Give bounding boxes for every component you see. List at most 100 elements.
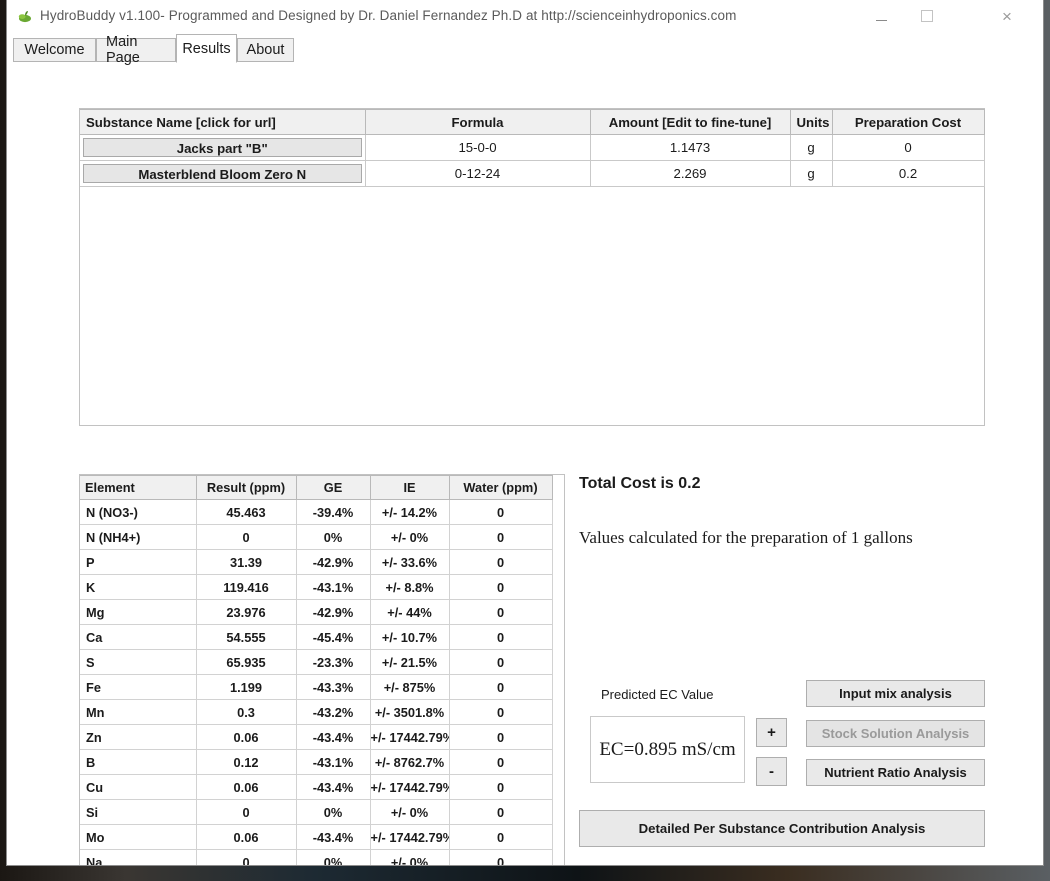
table-row: Masterblend Bloom Zero N 0-12-24 2.269 g… bbox=[80, 160, 985, 187]
table-row: N (NO3-) 45.463 -39.4% +/- 14.2% 0 bbox=[80, 499, 553, 525]
water-ppm-cell: 0 bbox=[449, 524, 553, 550]
table-row: S 65.935 -23.3% +/- 21.5% 0 bbox=[80, 649, 553, 675]
ec-decrease-button[interactable]: - bbox=[756, 757, 787, 786]
ie-cell: +/- 33.6% bbox=[370, 549, 450, 575]
result-ppm-cell: 54.555 bbox=[196, 624, 297, 650]
detailed-contribution-analysis-button[interactable]: Detailed Per Substance Contribution Anal… bbox=[579, 810, 985, 847]
element-name-cell: N (NO3-) bbox=[80, 499, 197, 525]
element-name-cell: Mn bbox=[80, 699, 197, 725]
result-ppm-cell: 0.06 bbox=[196, 774, 297, 800]
substance-name-button[interactable]: Jacks part "B" bbox=[83, 138, 362, 157]
ge-cell: -42.9% bbox=[296, 599, 371, 625]
nutrient-ratio-analysis-button[interactable]: Nutrient Ratio Analysis bbox=[806, 759, 985, 786]
units-cell: g bbox=[790, 160, 833, 187]
ge-cell: -43.3% bbox=[296, 674, 371, 700]
element-name-cell: Cu bbox=[80, 774, 197, 800]
table-row: Ca 54.555 -45.4% +/- 10.7% 0 bbox=[80, 624, 553, 650]
results-panel: Substance Name [click for url] Formula A… bbox=[7, 62, 1043, 865]
minimize-button[interactable] bbox=[858, 0, 904, 32]
ge-cell: -45.4% bbox=[296, 624, 371, 650]
table-row: K 119.416 -43.1% +/- 8.8% 0 bbox=[80, 574, 553, 600]
formula-cell: 0-12-24 bbox=[365, 160, 591, 187]
col-formula: Formula bbox=[365, 109, 591, 135]
window-title: HydroBuddy v1.100- Programmed and Design… bbox=[40, 8, 737, 23]
ge-cell: -43.4% bbox=[296, 774, 371, 800]
ge-cell: 0% bbox=[296, 799, 371, 825]
close-icon: × bbox=[1002, 6, 1012, 26]
plant-leaf-icon bbox=[18, 11, 31, 23]
result-ppm-cell: 0.06 bbox=[196, 824, 297, 850]
result-ppm-cell: 0.06 bbox=[196, 724, 297, 750]
amount-cell[interactable]: 1.1473 bbox=[590, 134, 791, 161]
element-name-cell: Mo bbox=[80, 824, 197, 850]
water-ppm-cell: 0 bbox=[449, 799, 553, 825]
substances-table-panel: Substance Name [click for url] Formula A… bbox=[79, 108, 985, 426]
predicted-ec-value: EC=0.895 mS/cm bbox=[599, 738, 736, 760]
water-ppm-cell: 0 bbox=[449, 724, 553, 750]
col-ie: IE bbox=[370, 475, 450, 500]
col-amount: Amount [Edit to fine-tune] bbox=[590, 109, 791, 135]
substances-table: Substance Name [click for url] Formula A… bbox=[80, 109, 985, 187]
water-ppm-cell: 0 bbox=[449, 849, 553, 865]
result-ppm-cell: 119.416 bbox=[196, 574, 297, 600]
water-ppm-cell: 0 bbox=[449, 674, 553, 700]
result-ppm-cell: 0.12 bbox=[196, 749, 297, 775]
result-ppm-cell: 31.39 bbox=[196, 549, 297, 575]
table-row: N (NH4+) 0 0% +/- 0% 0 bbox=[80, 524, 553, 550]
element-name-cell: Mg bbox=[80, 599, 197, 625]
ie-cell: +/- 17442.79% bbox=[370, 724, 450, 750]
tab-about[interactable]: About bbox=[237, 38, 294, 62]
table-row: B 0.12 -43.1% +/- 8762.7% 0 bbox=[80, 749, 553, 775]
close-button[interactable]: × bbox=[984, 0, 1030, 32]
col-units: Units bbox=[790, 109, 833, 135]
amount-cell[interactable]: 2.269 bbox=[590, 160, 791, 187]
table-row: Mn 0.3 -43.2% +/- 3501.8% 0 bbox=[80, 699, 553, 725]
result-ppm-cell: 65.935 bbox=[196, 649, 297, 675]
ie-cell: +/- 8762.7% bbox=[370, 749, 450, 775]
ie-cell: +/- 875% bbox=[370, 674, 450, 700]
table-row: Jacks part "B" 15-0-0 1.1473 g 0 bbox=[80, 134, 985, 161]
maximize-button[interactable] bbox=[904, 0, 950, 32]
stock-solution-analysis-button: Stock Solution Analysis bbox=[806, 720, 985, 747]
tab-main-page[interactable]: Main Page bbox=[96, 34, 176, 66]
formula-cell: 15-0-0 bbox=[365, 134, 591, 161]
element-name-cell: B bbox=[80, 749, 197, 775]
result-ppm-cell: 23.976 bbox=[196, 599, 297, 625]
cost-cell: 0 bbox=[832, 134, 985, 161]
element-name-cell: N (NH4+) bbox=[80, 524, 197, 550]
table-row: Fe 1.199 -43.3% +/- 875% 0 bbox=[80, 674, 553, 700]
col-substance-name: Substance Name [click for url] bbox=[80, 109, 366, 135]
tab-welcome[interactable]: Welcome bbox=[13, 38, 96, 62]
input-mix-analysis-button[interactable]: Input mix analysis bbox=[806, 680, 985, 707]
element-name-cell: Si bbox=[80, 799, 197, 825]
ge-cell: -39.4% bbox=[296, 499, 371, 525]
minimize-icon bbox=[875, 19, 887, 21]
col-element: Element bbox=[80, 475, 197, 500]
ge-cell: -23.3% bbox=[296, 649, 371, 675]
elements-table: Element Result (ppm) GE IE Water (ppm) N… bbox=[80, 475, 553, 865]
result-ppm-cell: 1.199 bbox=[196, 674, 297, 700]
result-ppm-cell: 0 bbox=[196, 799, 297, 825]
element-name-cell: Zn bbox=[80, 724, 197, 750]
substance-name-cell[interactable]: Jacks part "B" bbox=[80, 134, 366, 161]
substance-name-button[interactable]: Masterblend Bloom Zero N bbox=[83, 164, 362, 183]
tab-results[interactable]: Results bbox=[176, 34, 237, 63]
col-result: Result (ppm) bbox=[196, 475, 297, 500]
maximize-icon bbox=[921, 10, 933, 22]
ec-increase-button[interactable]: + bbox=[756, 718, 787, 747]
water-ppm-cell: 0 bbox=[449, 824, 553, 850]
predicted-ec-box: EC=0.895 mS/cm bbox=[590, 716, 745, 783]
ie-cell: +/- 10.7% bbox=[370, 624, 450, 650]
cost-cell: 0.2 bbox=[832, 160, 985, 187]
water-ppm-cell: 0 bbox=[449, 649, 553, 675]
title-bar: HydroBuddy v1.100- Programmed and Design… bbox=[7, 0, 1043, 34]
water-ppm-cell: 0 bbox=[449, 749, 553, 775]
table-row: P 31.39 -42.9% +/- 33.6% 0 bbox=[80, 549, 553, 575]
element-name-cell: P bbox=[80, 549, 197, 575]
ge-cell: -43.1% bbox=[296, 574, 371, 600]
ge-cell: -43.1% bbox=[296, 749, 371, 775]
ge-cell: -43.4% bbox=[296, 724, 371, 750]
table-row: Si 0 0% +/- 0% 0 bbox=[80, 799, 553, 825]
element-name-cell: Fe bbox=[80, 674, 197, 700]
substance-name-cell[interactable]: Masterblend Bloom Zero N bbox=[80, 160, 366, 187]
